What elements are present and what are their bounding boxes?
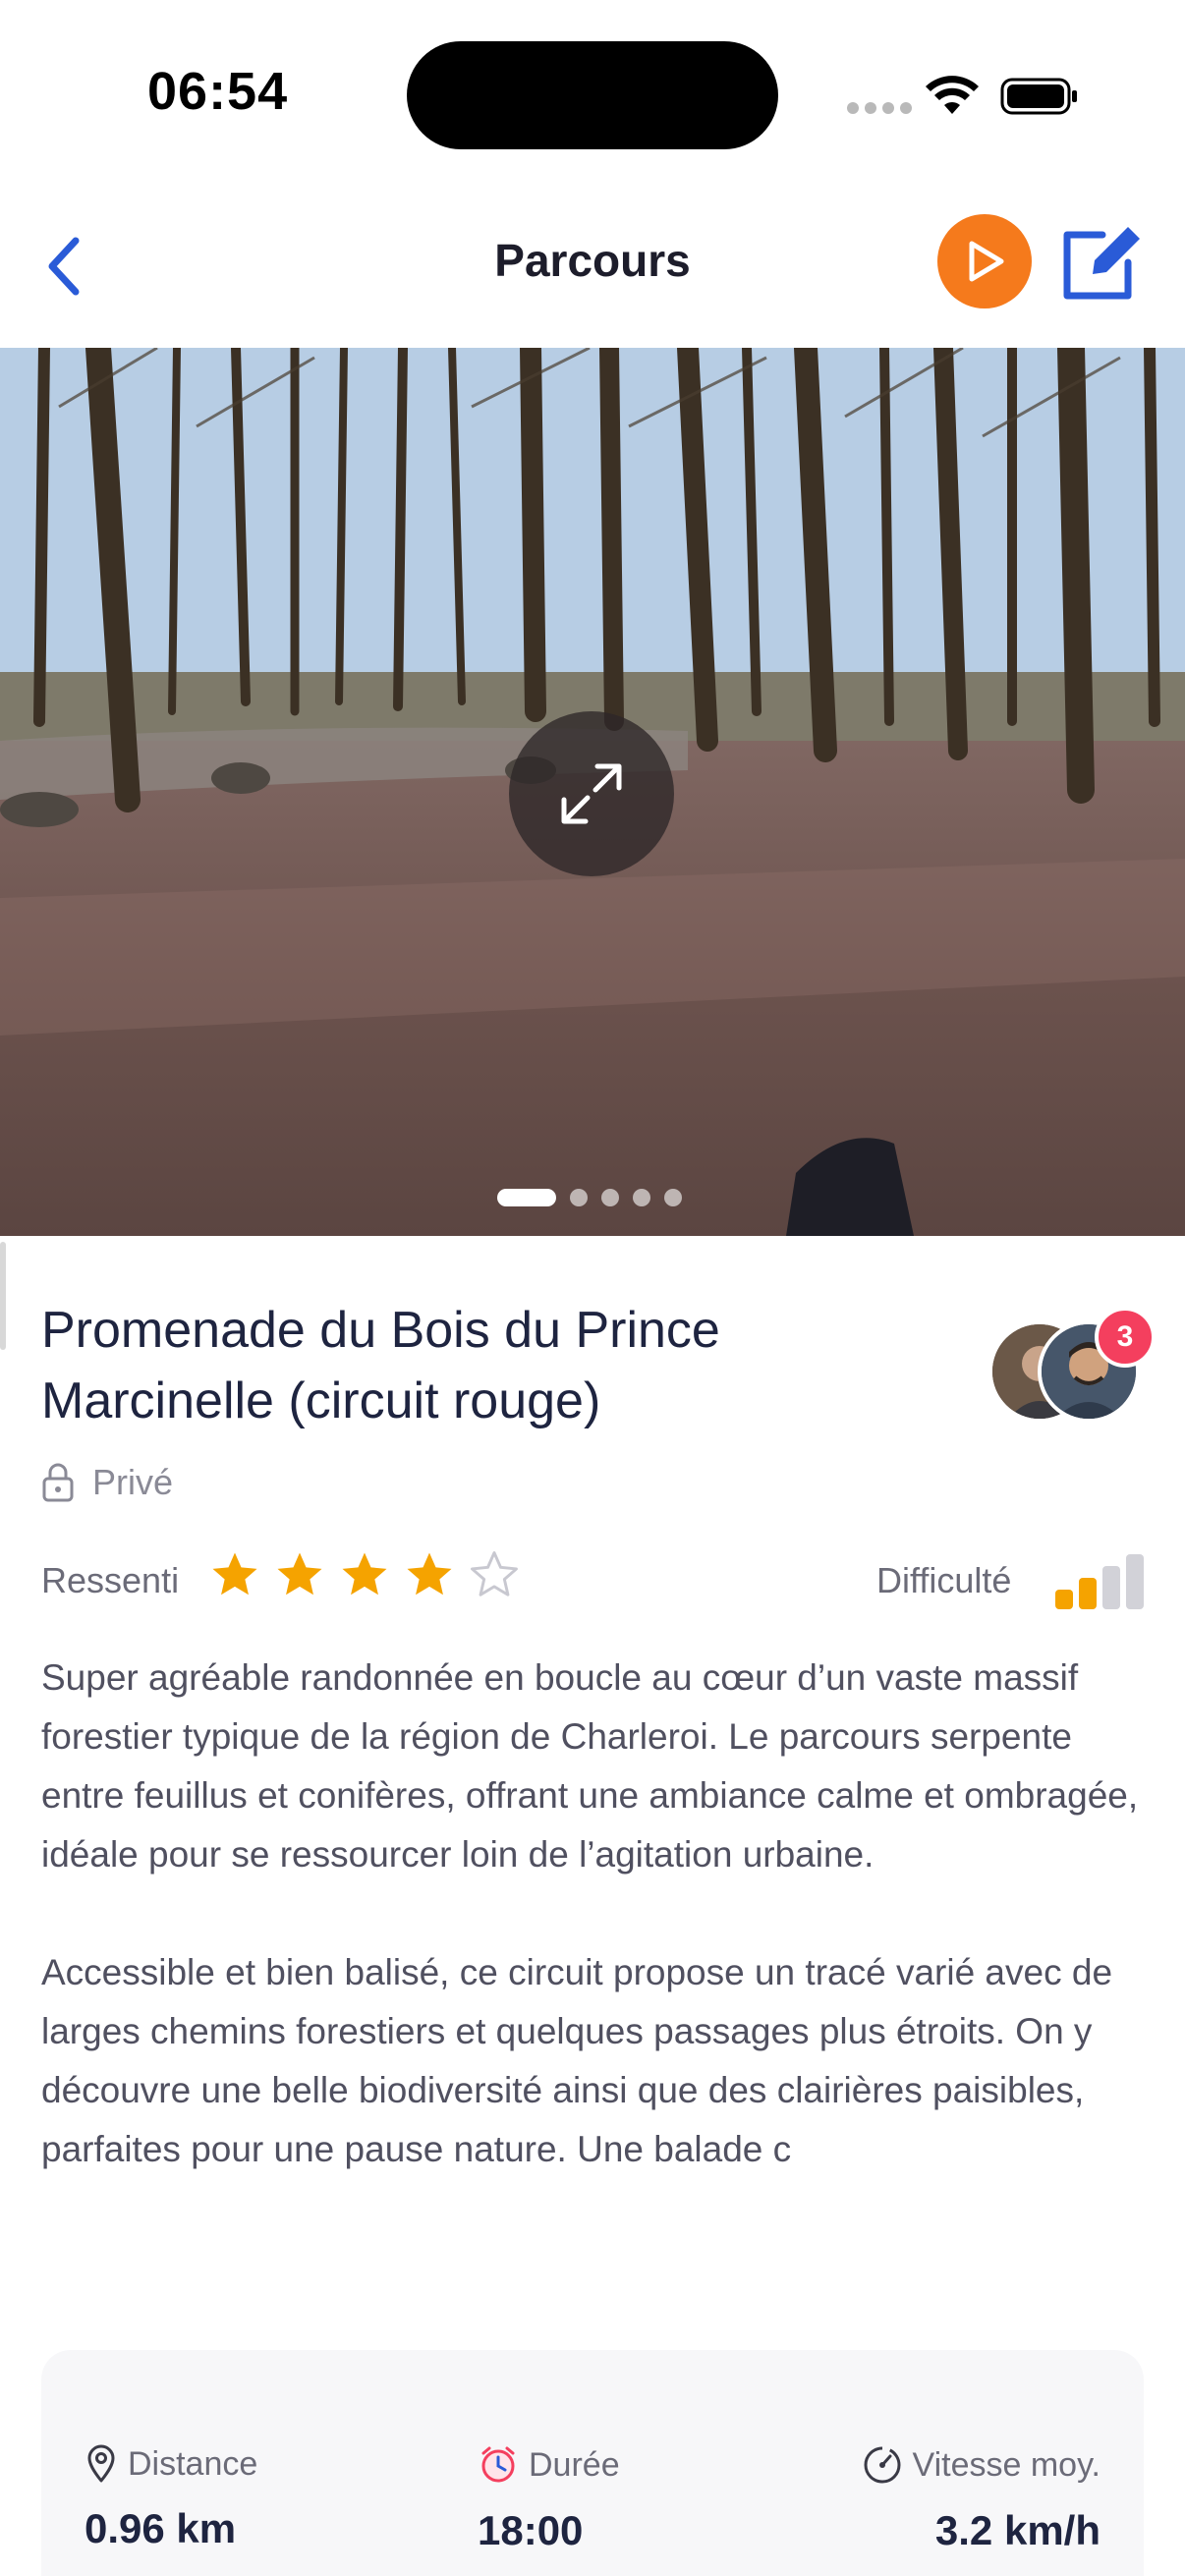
expand-photo-button[interactable]: [509, 711, 674, 876]
difficulty-bar: [1055, 1590, 1073, 1609]
wifi-icon: [926, 76, 979, 114]
status-time: 06:54: [147, 62, 289, 121]
route-detail-screen: 06:54 Parcours Promenade du Bois du Prin…: [0, 0, 1185, 2576]
route-stats-card: Distance 0.96 km Durée 18:00 Vitesse moy…: [41, 2350, 1144, 2576]
navigation-bar: Parcours: [0, 187, 1185, 348]
rating-label: Ressenti: [41, 1560, 180, 1600]
edit-icon: [1063, 227, 1140, 300]
page-dot[interactable]: [664, 1189, 682, 1206]
stat-value: 18:00: [478, 2507, 584, 2553]
play-icon: [969, 241, 1004, 282]
dynamic-island: [407, 41, 778, 149]
route-title: Promenade du Bois du Prince Marcinelle (…: [41, 1302, 720, 1429]
scroll-indicator: [0, 1242, 6, 1350]
route-description: Super agréable randonnée en boucle au cœ…: [41, 1649, 1152, 2179]
difficulty-level-icon: [1055, 1554, 1146, 1609]
stat-value: 0.96 km: [85, 2505, 237, 2551]
privacy-label: Privé: [92, 1462, 174, 1502]
stat-label: Vitesse moy.: [912, 2445, 1100, 2484]
status-bar: 06:54: [0, 0, 1185, 187]
star-filled-icon: [342, 1552, 387, 1596]
stat-distance: Distance 0.96 km: [85, 2444, 257, 2552]
battery-icon: [1000, 78, 1077, 115]
difficulty-bar: [1126, 1554, 1144, 1609]
alarm-clock-icon: [481, 2446, 515, 2483]
edit-route-button[interactable]: [1057, 220, 1146, 305]
privacy-status: Privé: [41, 1462, 173, 1503]
participants-avatars[interactable]: 3: [988, 1307, 1156, 1428]
speedometer-icon: [864, 2446, 901, 2484]
stat-duration: Durée 18:00: [478, 2444, 620, 2554]
page-dot[interactable]: [601, 1189, 619, 1206]
lock-icon: [42, 1463, 74, 1502]
participants-count-badge: 3: [1095, 1307, 1156, 1368]
star-rating: [208, 1548, 521, 1601]
stat-label: Distance: [128, 2444, 258, 2483]
difficulty-bar: [1102, 1566, 1120, 1609]
description-paragraph: Super agréable randonnée en boucle au cœ…: [41, 1657, 1139, 1875]
star-filled-icon: [407, 1552, 452, 1596]
stat-label: Durée: [529, 2445, 620, 2484]
difficulty-bar: [1079, 1578, 1097, 1609]
cellular-signal-icon: [847, 102, 912, 114]
route-photo-carousel[interactable]: [0, 348, 1185, 1236]
stat-value: 3.2 km/h: [934, 2507, 1100, 2553]
stat-average-speed: Vitesse moy. 3.2 km/h: [827, 2444, 1100, 2554]
start-route-button[interactable]: [937, 214, 1032, 308]
rating-row: Ressenti Difficulté: [41, 1548, 1146, 1617]
carousel-page-indicator[interactable]: [497, 1189, 682, 1206]
page-dot[interactable]: [633, 1189, 650, 1206]
expand-icon: [561, 763, 622, 824]
star-filled-icon: [277, 1552, 322, 1596]
difficulty-label: Difficulté: [876, 1560, 1012, 1600]
description-paragraph: Accessible et bien balisé, ce circuit pr…: [41, 1952, 1113, 2169]
star-empty-icon: [471, 1551, 518, 1596]
route-details[interactable]: Promenade du Bois du Prince Marcinelle (…: [0, 1236, 1185, 2576]
location-pin-icon: [87, 2444, 115, 2483]
page-dot[interactable]: [570, 1189, 588, 1206]
page-dot-active[interactable]: [497, 1189, 556, 1206]
star-filled-icon: [212, 1552, 257, 1596]
